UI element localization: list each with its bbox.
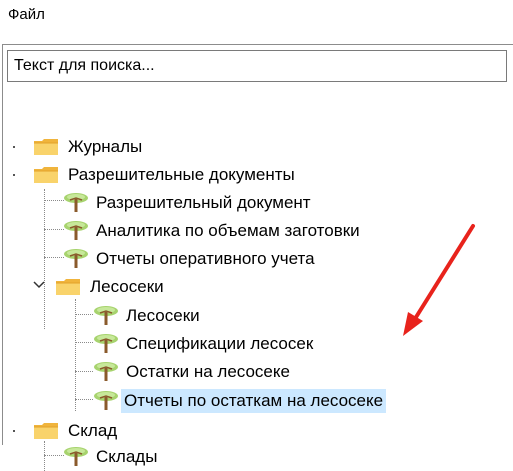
tree-connector bbox=[44, 441, 45, 471]
tree-leaf-icon bbox=[93, 390, 119, 412]
tree-node-label: Склады bbox=[96, 447, 158, 466]
arrow-shaft bbox=[411, 224, 475, 324]
tree-connector bbox=[75, 314, 93, 315]
tree-node-label: Аналитика по объемам заготовки bbox=[96, 221, 360, 240]
tree-connector bbox=[44, 257, 64, 258]
tree-connector bbox=[44, 229, 64, 230]
folder-icon bbox=[33, 421, 59, 441]
arrow-head bbox=[403, 312, 423, 336]
tree-leaf-icon bbox=[93, 305, 119, 327]
tree-connector bbox=[75, 299, 76, 411]
tree-connector bbox=[44, 200, 64, 201]
tree-leaf-icon bbox=[63, 220, 89, 242]
tree-node-label: Остатки на лесосеке bbox=[126, 362, 290, 381]
tree-node-label: Лесосеки bbox=[126, 306, 200, 325]
tree-node-label: Спецификации лесосек bbox=[126, 334, 314, 353]
tree-node-label: Лесосеки bbox=[90, 277, 164, 296]
tree-leaf-icon bbox=[93, 333, 119, 355]
expander-dot[interactable] bbox=[13, 146, 15, 148]
menu-bar: Файл bbox=[0, 0, 513, 36]
annotation-arrow bbox=[403, 224, 475, 336]
search-input[interactable] bbox=[7, 50, 507, 82]
tree-connector bbox=[75, 399, 93, 400]
tree-connector bbox=[75, 371, 93, 372]
tree-node-label: Журналы bbox=[68, 137, 143, 156]
folder-icon bbox=[33, 165, 59, 185]
tree-node-label: Разрешительные документы bbox=[68, 165, 295, 184]
tree-leaf-icon bbox=[63, 248, 89, 270]
tree-connector bbox=[75, 342, 93, 343]
tree-node-label: Отчеты оперативного учета bbox=[96, 249, 315, 268]
folder-icon bbox=[55, 277, 81, 297]
tree-connector bbox=[44, 189, 45, 329]
tree-node-label: Разрешительный документ bbox=[96, 193, 311, 212]
tree-leaf-icon bbox=[63, 192, 89, 214]
expander-dot[interactable] bbox=[13, 174, 15, 176]
folder-icon bbox=[33, 137, 59, 157]
menu-file[interactable]: Файл bbox=[8, 6, 45, 23]
tree-node-label-selected: Отчеты по остаткам на лесосеке bbox=[121, 389, 387, 413]
tree-node-label: Склад bbox=[68, 421, 118, 440]
tree-leaf-icon bbox=[93, 361, 119, 383]
chevron-down-icon[interactable] bbox=[33, 281, 45, 289]
expander-dot[interactable] bbox=[13, 430, 15, 432]
tree-leaf-icon bbox=[63, 446, 89, 468]
tree-connector bbox=[44, 455, 64, 456]
